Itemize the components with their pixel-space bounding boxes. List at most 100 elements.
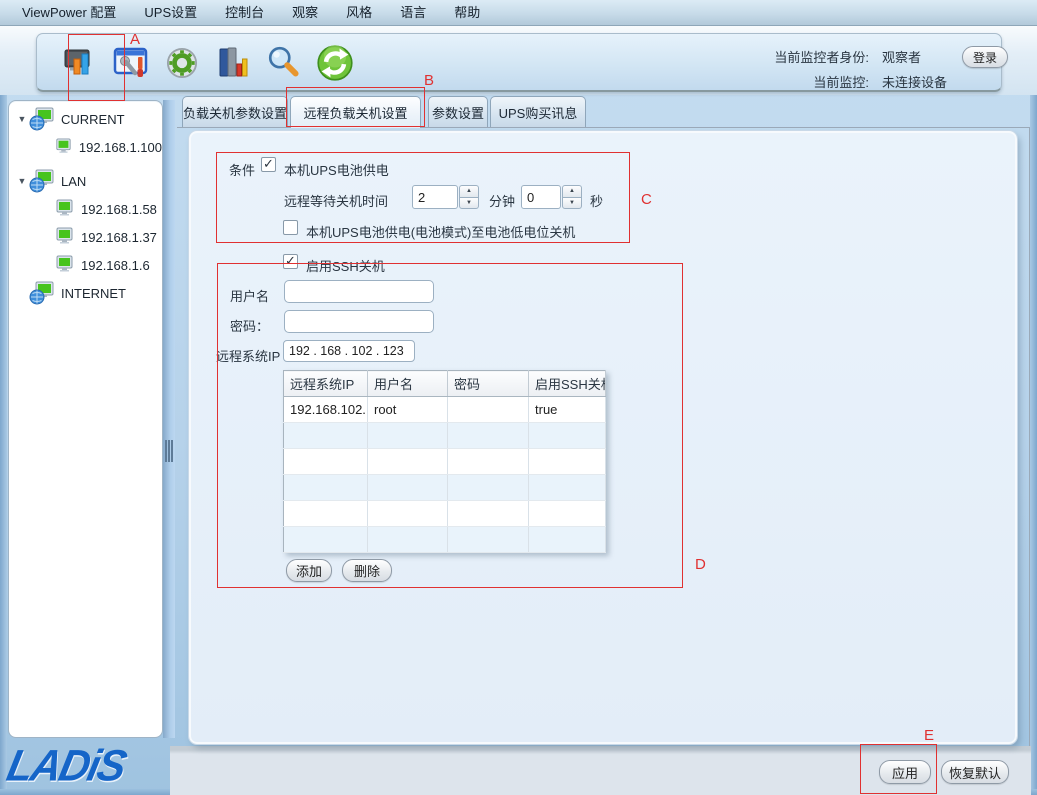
data-log-icon[interactable]	[214, 43, 252, 83]
window-edge-right	[1030, 95, 1037, 795]
tree-node-label: CURRENT	[61, 112, 125, 127]
toolbar-panel: 当前监控者身份: 观察者 当前监控: 未连接设备 登录	[36, 33, 1002, 92]
spinner-up-icon[interactable]: ▲	[459, 185, 479, 197]
device-tree-panel: ▼ CURRENT 192.168.1.100 ▼	[8, 100, 163, 738]
tree-node-internet[interactable]: INTERNET	[9, 281, 162, 305]
menu-console[interactable]: 控制台	[211, 0, 278, 25]
menu-viewpower-config[interactable]: ViewPower 配置	[8, 0, 130, 25]
remote-ip-input[interactable]	[283, 340, 415, 362]
checkmark-icon: ✓	[263, 157, 274, 170]
expand-arrow-icon[interactable]: ▼	[15, 114, 29, 124]
network-group-icon	[29, 281, 55, 305]
wait-time-label: 远程等待关机时间	[284, 191, 388, 210]
table-row-empty[interactable]	[284, 527, 606, 553]
enable-ssh-label: 启用SSH关机	[306, 256, 385, 275]
login-button[interactable]: 登录	[962, 46, 1008, 68]
checkmark-icon: ✓	[285, 254, 296, 267]
col-header-password[interactable]: 密码	[448, 371, 529, 397]
apply-button[interactable]: 应用	[879, 760, 931, 784]
battery-power-checkbox[interactable]: ✓	[261, 157, 276, 172]
logo-text: LADiS	[3, 744, 128, 788]
splitter-grip-icon[interactable]	[165, 440, 173, 462]
spinner-up-icon[interactable]: ▲	[562, 185, 582, 197]
table-row-empty[interactable]	[284, 423, 606, 449]
menu-style[interactable]: 风格	[332, 0, 386, 25]
monitor-status-icon[interactable]	[61, 43, 99, 83]
username-label: 用户名	[230, 286, 269, 305]
brand-logo: LADiS	[8, 740, 168, 792]
tree-node-label: 192.168.1.58	[81, 202, 157, 217]
tab-load-shutdown-params[interactable]: 负载关机参数设置	[182, 96, 288, 127]
spinner-down-icon[interactable]: ▼	[562, 197, 582, 210]
network-group-icon	[29, 107, 55, 131]
restore-default-button[interactable]: 恢复默认	[941, 760, 1009, 784]
remote-ip-label: 远程系统IP	[216, 346, 280, 365]
tree-node-label: 192.168.1.6	[81, 258, 150, 273]
sidebar-splitter[interactable]	[163, 100, 175, 738]
cell-ssh-enabled[interactable]: true	[529, 397, 606, 423]
table-row-empty[interactable]	[284, 501, 606, 527]
device-config-icon[interactable]	[112, 43, 150, 83]
tree-node-current[interactable]: ▼ CURRENT	[9, 107, 162, 131]
cell-username[interactable]: root	[368, 397, 448, 423]
tree-node-device[interactable]: 192.168.1.6	[9, 253, 162, 277]
menu-bar: ViewPower 配置 UPS设置 控制台 观察 风格 语言 帮助	[0, 0, 1037, 26]
tab-remote-load-shutdown[interactable]: 远程负载关机设置	[290, 96, 421, 128]
enable-ssh-checkbox[interactable]: ✓	[283, 254, 298, 269]
table-row[interactable]: 192.168.102. root true	[284, 397, 606, 423]
tab-parameter-settings[interactable]: 参数设置	[428, 96, 488, 127]
tree-node-label: 192.168.1.100	[79, 140, 162, 155]
wait-minutes-input[interactable]	[412, 185, 458, 209]
expand-arrow-icon[interactable]: ▼	[15, 176, 29, 186]
username-input[interactable]	[284, 280, 434, 303]
menu-help[interactable]: 帮助	[440, 0, 494, 25]
tree-node-device[interactable]: 192.168.1.58	[9, 197, 162, 221]
wait-minutes-stepper[interactable]: ▲ ▼	[459, 185, 479, 209]
password-input[interactable]	[284, 310, 434, 333]
device-icon	[55, 255, 75, 275]
low-battery-shutdown-checkbox[interactable]	[283, 220, 298, 235]
control-gear-icon[interactable]	[163, 43, 201, 83]
tree-node-label: INTERNET	[61, 286, 126, 301]
battery-power-label: 本机UPS电池供电	[284, 160, 389, 179]
menu-language[interactable]: 语言	[386, 0, 440, 25]
tree-node-label: 192.168.1.37	[81, 230, 157, 245]
menu-ups-settings[interactable]: UPS设置	[130, 0, 211, 25]
device-icon	[55, 137, 73, 157]
add-button[interactable]: 添加	[286, 559, 332, 582]
ssh-host-table[interactable]: 远程系统IP 用户名 密码 启用SSH关机 192.168.102. root …	[283, 370, 606, 553]
spinner-down-icon[interactable]: ▼	[459, 197, 479, 210]
table-row-empty[interactable]	[284, 449, 606, 475]
wait-seconds-input[interactable]	[521, 185, 561, 209]
toolbar-strip: 当前监控者身份: 观察者 当前监控: 未连接设备 登录	[0, 26, 1037, 95]
table-row-empty[interactable]	[284, 475, 606, 501]
low-battery-shutdown-label: 本机UPS电池供电(电池模式)至电池低电位关机	[306, 222, 575, 241]
tree-node-label: LAN	[61, 174, 86, 189]
tree-node-device[interactable]: 192.168.1.100	[9, 135, 162, 159]
password-label: 密码：	[230, 316, 269, 335]
col-header-remote-ip[interactable]: 远程系统IP	[284, 371, 368, 397]
identity-label: 当前监控者身份:	[774, 47, 869, 66]
col-header-ssh-enabled[interactable]: 启用SSH关机	[529, 371, 606, 397]
minutes-unit-label: 分钟	[489, 191, 515, 210]
window-edge-left	[0, 26, 7, 795]
tree-node-device[interactable]: 192.168.1.37	[9, 225, 162, 249]
identity-value: 观察者	[882, 47, 921, 66]
cell-password[interactable]	[448, 397, 529, 423]
device-icon	[55, 199, 75, 219]
seconds-unit-label: 秒	[590, 191, 603, 210]
tree-node-lan[interactable]: ▼ LAN	[9, 169, 162, 193]
wait-seconds-stepper[interactable]: ▲ ▼	[562, 185, 582, 209]
device-icon	[55, 227, 75, 247]
table-header-row: 远程系统IP 用户名 密码 启用SSH关机	[284, 371, 606, 397]
network-group-icon	[29, 169, 55, 193]
delete-button[interactable]: 删除	[342, 559, 392, 582]
search-icon[interactable]	[265, 43, 303, 83]
cell-remote-ip[interactable]: 192.168.102.	[284, 397, 368, 423]
menu-view[interactable]: 观察	[278, 0, 332, 25]
tab-ups-purchase-info[interactable]: UPS购买讯息	[490, 96, 586, 127]
col-header-username[interactable]: 用户名	[368, 371, 448, 397]
condition-section-label: 条件	[229, 160, 255, 179]
monitor-label: 当前监控:	[813, 72, 869, 91]
refresh-icon[interactable]	[316, 43, 354, 83]
